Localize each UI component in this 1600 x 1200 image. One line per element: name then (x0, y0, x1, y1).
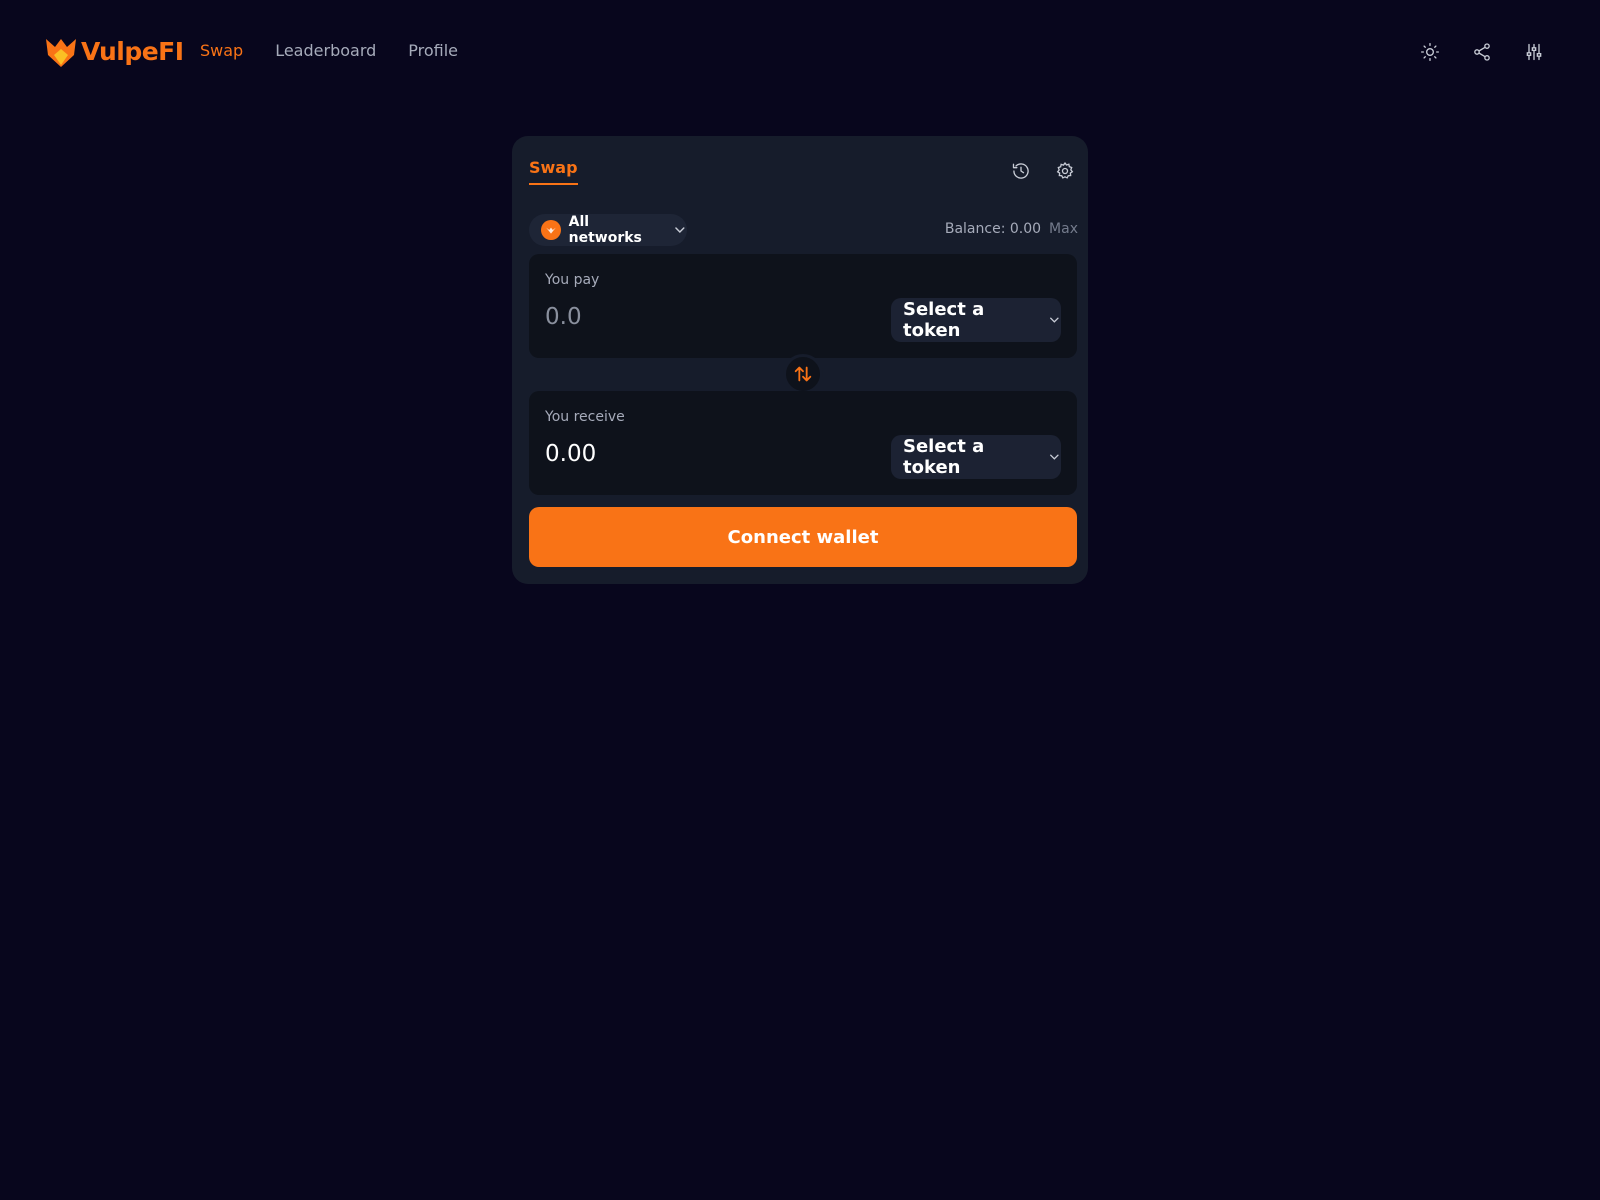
nav-leaderboard[interactable]: Leaderboard (275, 40, 376, 62)
header-actions (1416, 38, 1548, 66)
brand-name: VulpeFI (81, 36, 184, 66)
nav-swap[interactable]: Swap (200, 40, 243, 62)
swap-card: Swap All networks Balance: 0.00 Max You … (512, 136, 1088, 584)
settings-button[interactable] (1052, 158, 1078, 184)
main-nav: Swap Leaderboard Profile (200, 40, 458, 62)
settings-gear-icon (1056, 161, 1074, 179)
pay-panel: You pay 0.0 Select a token (529, 254, 1077, 358)
theme-toggle-button[interactable] (1416, 38, 1444, 66)
nav-profile[interactable]: Profile (408, 40, 458, 62)
brand-logo[interactable]: VulpeFI (44, 33, 184, 69)
sun-icon (1421, 43, 1439, 61)
share-button[interactable] (1468, 38, 1496, 66)
connect-wallet-button[interactable]: Connect wallet (529, 507, 1077, 567)
tab-swap[interactable]: Swap (529, 158, 578, 185)
history-button[interactable] (1008, 158, 1034, 184)
card-actions (1008, 158, 1078, 184)
history-icon (1012, 163, 1029, 179)
network-selector[interactable]: All networks (529, 214, 687, 246)
max-button[interactable]: Max (1049, 221, 1078, 237)
chevron-down-icon (1050, 317, 1059, 323)
chevron-down-icon (675, 227, 685, 234)
share-icon (1474, 43, 1490, 61)
chevron-down-icon (1050, 454, 1059, 460)
pay-token-select-button[interactable]: Select a token (891, 298, 1061, 342)
receive-label: You receive (545, 409, 625, 425)
pay-amount-input[interactable]: 0.0 (545, 304, 845, 330)
pay-label: You pay (545, 272, 600, 288)
fox-logo-icon (545, 227, 556, 234)
swap-direction-button[interactable] (783, 354, 823, 394)
balance-text: Balance: 0.00 (944, 221, 1042, 237)
network-logo (541, 220, 561, 240)
receive-token-label: Select a token (903, 436, 985, 478)
balance-row: Balance: 0.00 Max (945, 221, 1078, 237)
preferences-button[interactable] (1520, 38, 1548, 66)
network-label: All networks (568, 214, 642, 246)
receive-token-select-button[interactable]: Select a token (891, 435, 1061, 479)
pay-token-label: Select a token (903, 299, 985, 341)
sliders-icon (1526, 43, 1542, 61)
fox-logo-icon (46, 39, 76, 67)
swap-arrows-icon (794, 366, 812, 382)
receive-panel: You receive 0.00 Select a token (529, 391, 1077, 495)
top-header: VulpeFI Swap Leaderboard Profile (0, 0, 1600, 104)
receive-amount: 0.00 (545, 441, 597, 467)
